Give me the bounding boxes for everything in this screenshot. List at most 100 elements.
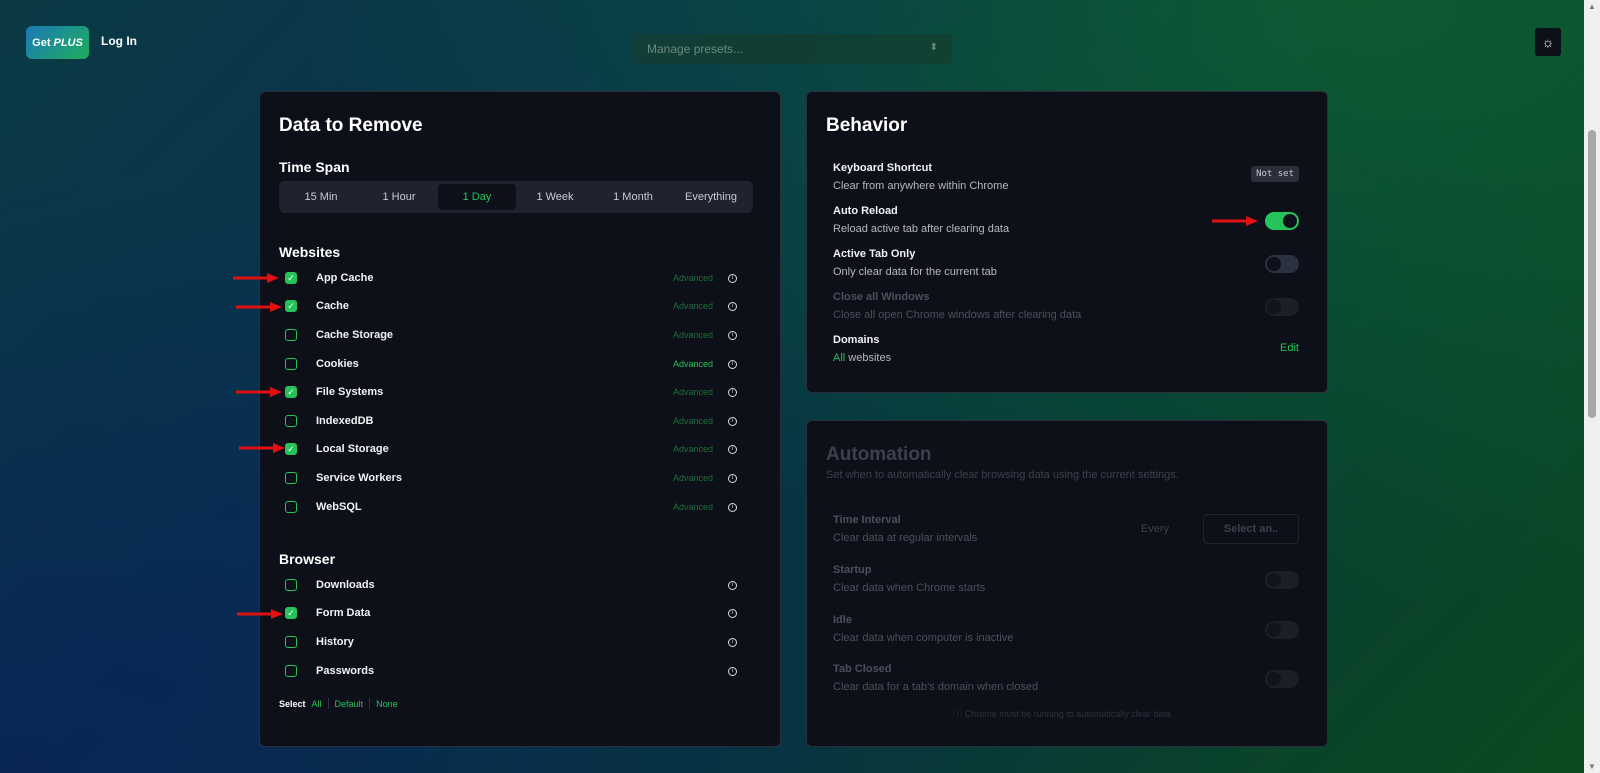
checkbox[interactable] — [285, 358, 297, 370]
advanced-link[interactable]: Advanced — [673, 387, 713, 397]
info-icon[interactable]: i — [728, 301, 737, 311]
startup-title: Startup — [833, 564, 872, 576]
keyboard-shortcut-value[interactable]: Not set — [1251, 166, 1299, 182]
advanced-link[interactable]: Advanced — [673, 502, 713, 512]
option-label: Service Workers — [316, 472, 403, 484]
info-icon[interactable]: i — [728, 608, 737, 618]
domains-edit-link[interactable]: Edit — [1280, 342, 1299, 354]
info-icon[interactable]: i — [728, 273, 737, 283]
scroll-up-icon[interactable]: ▲ — [1588, 2, 1596, 11]
website-option-row[interactable]: ✓ File Systems Advanced i — [279, 381, 749, 403]
advanced-link[interactable]: Advanced — [673, 301, 713, 311]
data-card-title: Data to Remove — [279, 115, 423, 136]
browser-option-row[interactable]: Downloads i — [279, 574, 749, 596]
website-option-row[interactable]: ✓ Local Storage Advanced i — [279, 438, 749, 460]
advanced-link[interactable]: Advanced — [673, 473, 713, 483]
arrow-form-data — [237, 609, 283, 619]
info-icon[interactable]: i — [728, 637, 737, 647]
info-icon[interactable]: i — [728, 580, 737, 590]
browser-option-row[interactable]: History i — [279, 631, 749, 653]
info-icon[interactable]: i — [728, 473, 737, 483]
advanced-link[interactable]: Advanced — [673, 273, 713, 283]
arrow-cache — [236, 302, 282, 312]
info-icon[interactable]: i — [728, 330, 737, 340]
time-option[interactable]: 1 Month — [594, 184, 672, 210]
option-label: Form Data — [316, 607, 371, 619]
website-option-row[interactable]: Cache Storage Advanced i — [279, 324, 749, 346]
time-option[interactable]: 15 Min — [282, 184, 360, 210]
checkbox[interactable] — [285, 472, 297, 484]
active-tab-toggle[interactable] — [1265, 255, 1299, 273]
checkbox[interactable] — [285, 415, 297, 427]
info-icon[interactable]: i — [728, 387, 737, 397]
advanced-link[interactable]: Advanced — [673, 359, 713, 369]
arrow-app-cache — [233, 273, 279, 283]
option-label: Cookies — [316, 358, 359, 370]
checkbox[interactable]: ✓ — [285, 272, 297, 284]
get-plus-button[interactable]: Get PLUS — [26, 26, 89, 59]
data-to-remove-card: Data to Remove Time Span 15 Min 1 Hour 1 D… — [259, 91, 781, 747]
time-span-title: Time Span — [279, 159, 350, 175]
close-windows-title: Close all Windows — [833, 291, 930, 303]
interval-select-value: Select an.. — [1223, 523, 1279, 535]
checkbox[interactable]: ✓ — [285, 607, 297, 619]
time-option[interactable]: 1 Week — [516, 184, 594, 210]
info-icon[interactable]: i — [728, 666, 737, 676]
checkbox[interactable] — [285, 501, 297, 513]
select-default-link[interactable]: Default — [335, 699, 364, 709]
startup-row: Startup Clear data when Chrome starts — [833, 564, 1299, 594]
scroll-thumb[interactable] — [1588, 130, 1596, 418]
website-option-row[interactable]: IndexedDB Advanced i — [279, 410, 749, 432]
select-row: Select All Default None — [279, 698, 398, 709]
select-none-link[interactable]: None — [376, 699, 398, 709]
checkbox[interactable] — [285, 636, 297, 648]
chevron-updown-icon: ⬍ — [929, 42, 938, 53]
tab-closed-toggle[interactable] — [1265, 670, 1299, 688]
active-tab-desc: Only clear data for the current tab — [833, 266, 997, 278]
domains-rest: websites — [848, 352, 892, 364]
behavior-title: Behavior — [826, 115, 908, 136]
website-option-row[interactable]: Cookies Advanced i — [279, 353, 749, 375]
info-icon[interactable]: i — [728, 444, 737, 454]
automation-desc: Set when to automatically clear browsing… — [826, 469, 1179, 481]
browser-option-row[interactable]: Passwords i — [279, 660, 749, 682]
website-option-row[interactable]: ✓ App Cache Advanced i — [279, 267, 749, 289]
checkbox[interactable] — [285, 579, 297, 591]
idle-row: Idle Clear data when computer is inactiv… — [833, 614, 1299, 644]
select-label: Select — [279, 698, 306, 709]
advanced-link[interactable]: Advanced — [673, 444, 713, 454]
tab-closed-row: Tab Closed Clear data for a tab's domain… — [833, 663, 1299, 693]
auto-reload-toggle[interactable] — [1265, 212, 1299, 230]
arrow-file-systems — [236, 387, 282, 397]
scroll-down-icon[interactable]: ▼ — [1588, 762, 1596, 771]
browser-option-row[interactable]: ✓ Form Data i — [279, 602, 749, 624]
presets-select[interactable]: Manage presets... ⬍ — [634, 34, 952, 64]
idle-toggle[interactable] — [1265, 621, 1299, 639]
every-label: Every — [1140, 523, 1169, 535]
option-label: File Systems — [316, 386, 384, 398]
checkbox[interactable] — [285, 665, 297, 677]
startup-toggle[interactable] — [1265, 571, 1299, 589]
advanced-link[interactable]: Advanced — [673, 416, 713, 426]
info-icon[interactable]: i — [728, 416, 737, 426]
checkbox[interactable] — [285, 329, 297, 341]
time-option[interactable]: 1 Hour — [360, 184, 438, 210]
page-scrollbar[interactable]: ▲ ▼ — [1584, 0, 1600, 773]
idle-title: Idle — [833, 614, 852, 626]
time-option[interactable]: Everything — [672, 184, 750, 210]
info-icon[interactable]: i — [728, 359, 737, 369]
login-link[interactable]: Log In — [101, 34, 137, 48]
select-all-link[interactable]: All — [312, 699, 322, 709]
close-windows-toggle[interactable] — [1265, 298, 1299, 316]
website-option-row[interactable]: ✓ Cache Advanced i — [279, 295, 749, 317]
time-option[interactable]: 1 Day — [438, 184, 516, 210]
checkbox[interactable]: ✓ — [285, 300, 297, 312]
interval-select[interactable]: Select an.. — [1203, 514, 1299, 544]
theme-toggle-button[interactable]: ☼ — [1535, 28, 1561, 56]
advanced-link[interactable]: Advanced — [673, 330, 713, 340]
checkbox[interactable]: ✓ — [285, 386, 297, 398]
checkbox[interactable]: ✓ — [285, 443, 297, 455]
info-icon[interactable]: i — [728, 502, 737, 512]
website-option-row[interactable]: WebSQL Advanced i — [279, 496, 749, 518]
website-option-row[interactable]: Service Workers Advanced i — [279, 467, 749, 489]
